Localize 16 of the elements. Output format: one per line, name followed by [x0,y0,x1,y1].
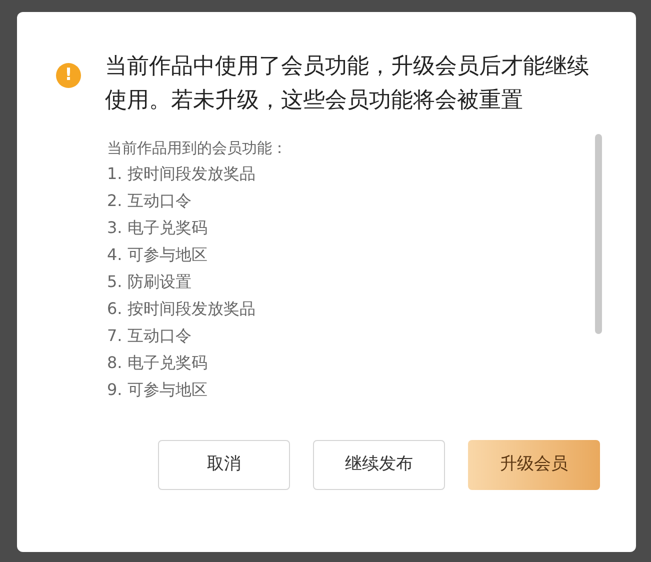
feature-item: 4. 可参与地区 [107,244,208,266]
warning-message: 当前作品中使用了会员功能，升级会员后才能继续使用。若未升级，这些会员功能将会被重置 [105,53,590,115]
feature-item: 6. 按时间段发放奖品 [107,298,256,320]
feature-item: 7. 互动口令 [107,325,192,347]
feature-item: 1. 按时间段发放奖品 [107,163,256,185]
dialog-button[interactable]: 继续发布 [313,440,445,490]
feature-item: 8. 电子兑奖码 [107,352,208,374]
upgrade-button[interactable]: 升级会员 [468,440,600,490]
dialog-button[interactable]: 取消 [158,440,290,490]
feature-item: 3. 电子兑奖码 [107,217,208,239]
feature-item: 2. 互动口令 [107,190,192,212]
warning-icon: ! [56,63,81,88]
feature-item: 9. 可参与地区 [107,379,208,401]
scrollbar-thumb[interactable] [595,134,602,334]
features-heading: 当前作品用到的会员功能： [107,138,288,159]
feature-item: 5. 防刷设置 [107,271,192,293]
